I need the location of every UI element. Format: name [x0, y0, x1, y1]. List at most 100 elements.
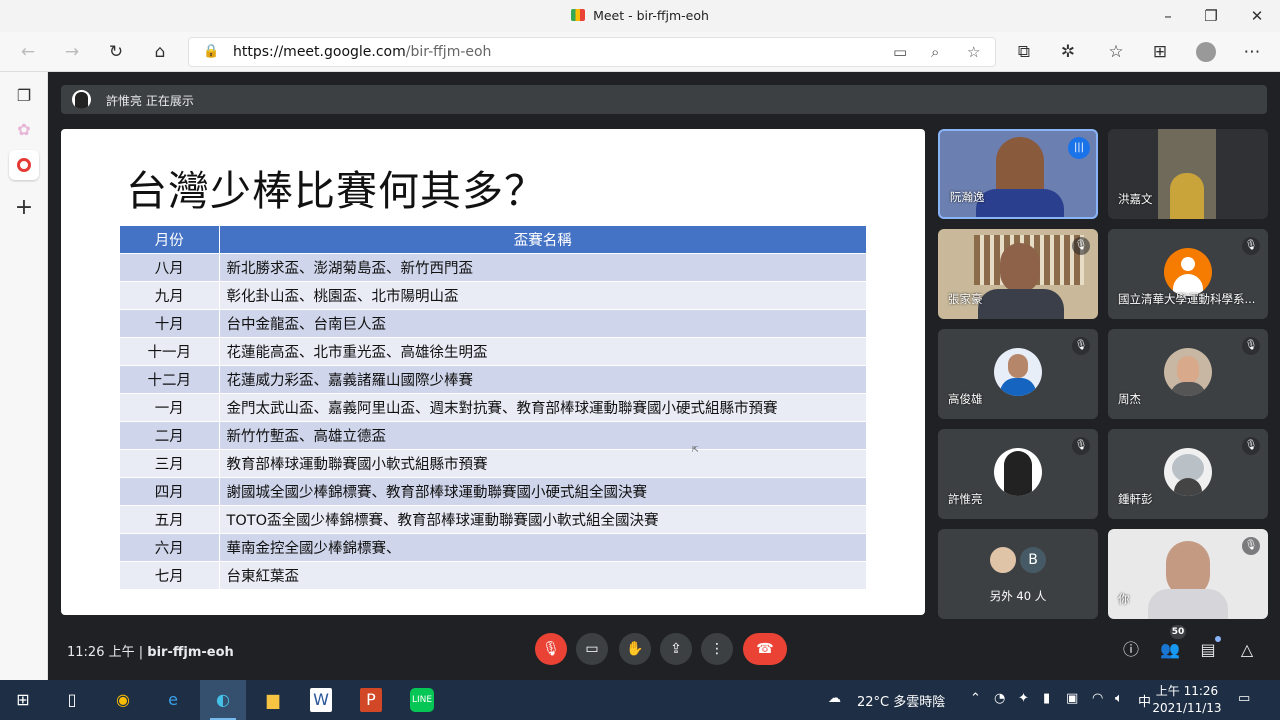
edge-sidebar: ❐ ✿ + — [0, 72, 48, 680]
camera-button[interactable]: ▭ — [576, 633, 608, 665]
self-shirt — [1148, 589, 1228, 619]
flower-tab-icon[interactable]: ✿ — [12, 118, 36, 142]
profile-avatar[interactable] — [1194, 40, 1218, 64]
restore-button[interactable]: ❐ — [1201, 6, 1221, 26]
participant-tile[interactable]: 🎙︎ 周杰 — [1108, 329, 1268, 419]
favorites-icon[interactable]: ☆ — [1104, 40, 1128, 64]
chrome-icon[interactable]: ◉ — [110, 688, 136, 712]
muted-mic-icon: 🎙︎ — [1072, 337, 1090, 355]
volume-icon[interactable]: 🔈︎ — [1115, 691, 1123, 706]
meeting-info: 11:26 上午 | bir-ffjm-eoh — [67, 645, 234, 660]
tabs-collection-icon[interactable]: ⊞ — [1148, 40, 1172, 64]
camera-permission-icon[interactable]: ▭ — [893, 43, 907, 61]
task-view-icon[interactable]: ▯ — [59, 688, 85, 712]
minimize-button[interactable]: – — [1158, 6, 1178, 26]
zoom-icon[interactable]: ⌕ — [931, 43, 939, 61]
participant-video — [1000, 243, 1040, 293]
participant-shirt — [978, 289, 1064, 319]
extensions-icon[interactable]: ✲ — [1056, 40, 1080, 64]
close-window-button[interactable]: ✕ — [1247, 6, 1267, 26]
muted-mic-icon: 🎙︎ — [1072, 437, 1090, 455]
browser-titlebar: Meet - bir-ffjm-eoh – ❐ ✕ — [0, 0, 1280, 32]
self-tile[interactable]: 🎙︎ 你 — [1108, 529, 1268, 619]
word-icon[interactable]: W — [310, 688, 332, 712]
meeting-details-icon[interactable]: ⓘ — [1119, 638, 1143, 662]
edge-icon[interactable]: ◐ — [210, 688, 236, 712]
row-month: 十一月 — [120, 336, 220, 365]
system-clock[interactable]: 上午 11:26 2021/11/13 — [1152, 683, 1222, 717]
usb-icon[interactable]: ▮ — [1043, 691, 1050, 706]
address-bar[interactable]: 🔒 https://meet.google.com/bir-ffjm-eoh ▭… — [188, 37, 996, 67]
powerpoint-icon[interactable]: P — [360, 688, 382, 712]
presenting-text: 許惟亮 正在展示 — [106, 94, 194, 108]
display-icon[interactable]: ▣ — [1066, 691, 1078, 706]
activities-icon[interactable]: △ — [1235, 638, 1259, 662]
participant-tile[interactable]: 🎙︎ 張家豪 — [938, 229, 1098, 319]
participant-avatar — [1164, 348, 1212, 396]
participant-tile[interactable]: ||| 阮瀚逸 — [938, 129, 1098, 219]
file-explorer-icon[interactable]: ▆ — [260, 688, 286, 712]
tab-actions-icon[interactable]: ❐ — [12, 84, 36, 108]
participant-shirt — [976, 189, 1064, 217]
dropbox-icon[interactable]: ✦ — [1018, 691, 1029, 706]
tray-chevron-icon[interactable]: ⌃ — [970, 691, 981, 706]
participant-tile[interactable]: 🎙︎ 鍾軒彭 — [1108, 429, 1268, 519]
home-button[interactable]: ⌂ — [148, 40, 172, 64]
row-name: 金門太武山盃、嘉義阿里山盃、週末對抗賽、教育部棒球運動聯賽國小硬式組縣市預賽 — [219, 392, 867, 421]
meeting-time: 11:26 上午 — [67, 645, 135, 660]
participant-tile[interactable]: 🎙︎ 國立清華大學運動科學系... — [1108, 229, 1268, 319]
weather-text[interactable]: 22°C 多雲時陰 — [857, 691, 945, 710]
more-menu-icon[interactable]: ⋯ — [1240, 40, 1264, 64]
table-row: 四月 謝國城全國少棒錦標賽、教育部棒球運動聯賽國小硬式組全國決賽 — [120, 476, 867, 505]
table-row: 一月 金門太武山盃、嘉義阿里山盃、週末對抗賽、教育部棒球運動聯賽國小硬式組縣市預賽 — [120, 392, 867, 421]
ime-indicator[interactable]: 中 — [1138, 691, 1151, 710]
row-name: 新北勝求盃、澎湖菊島盃、新竹西門盃 — [219, 252, 867, 281]
participant-avatar — [994, 448, 1042, 496]
forward-button[interactable]: → — [60, 40, 84, 64]
row-month: 八月 — [120, 252, 220, 281]
row-name: 花蓮能高盃、北市重光盃、高雄徐生明盃 — [219, 336, 867, 365]
back-button[interactable]: ← — [16, 40, 40, 64]
tray-app-icon[interactable]: ◔ — [994, 691, 1005, 706]
line-icon[interactable]: LINE — [410, 688, 434, 712]
chat-notification-dot — [1215, 636, 1221, 642]
schedule-table: 月份 盃賽名稱 八月 新北勝求盃、澎湖菊島盃、新竹西門盃 九月 彰化卦山盃、桃園盃、… — [120, 226, 867, 589]
people-icon[interactable]: 👥 — [1158, 638, 1182, 662]
wifi-icon[interactable]: ◠ — [1092, 691, 1103, 706]
participant-video — [996, 137, 1044, 197]
muted-mic-icon: 🎙︎ — [1242, 437, 1260, 455]
muted-mic-icon: 🎙︎ — [1072, 237, 1090, 255]
record-tab-icon[interactable] — [9, 150, 39, 180]
add-tab-icon[interactable]: + — [12, 196, 36, 220]
leave-call-button[interactable]: ☎ — [743, 633, 787, 665]
table-row: 二月 新竹竹塹盃、高雄立德盃 — [120, 420, 867, 449]
row-month: 三月 — [120, 448, 220, 477]
speaking-indicator-icon: ||| — [1068, 137, 1090, 159]
participant-tile[interactable]: 🎙︎ 許惟亮 — [938, 429, 1098, 519]
more-options-button[interactable]: ⋮ — [701, 633, 733, 665]
table-row: 十月 台中金龍盃、台南巨人盃 — [120, 308, 867, 337]
header-name: 盃賽名稱 — [219, 226, 867, 253]
browser-toolbar: ← → ↻ ⌂ 🔒 https://meet.google.com/bir-ff… — [0, 32, 1280, 72]
row-month: 十二月 — [120, 364, 220, 393]
refresh-button[interactable]: ↻ — [104, 40, 128, 64]
row-name: 謝國城全國少棒錦標賽、教育部棒球運動聯賽國小硬式組全國決賽 — [219, 476, 867, 505]
raise-hand-button[interactable]: ✋ — [619, 633, 651, 665]
meet-logo-icon — [571, 9, 586, 21]
participant-name: 阮瀚逸 — [950, 190, 985, 204]
others-tile[interactable]: B 另外 40 人 — [938, 529, 1098, 619]
meet-stage: 許惟亮 正在展示 台灣少棒比賽何其多？ 月份 盃賽名稱 八月 新北勝求盃、澎湖菊島… — [48, 72, 1280, 680]
clock-time: 上午 11:26 — [1155, 684, 1219, 698]
participant-tile[interactable]: 洪嘉文 — [1108, 129, 1268, 219]
windows-start-icon[interactable]: ⊞ — [10, 688, 36, 712]
participant-tile[interactable]: 🎙︎ 高俊雄 — [938, 329, 1098, 419]
present-screen-button[interactable]: ⇪ — [660, 633, 692, 665]
row-month: 一月 — [120, 392, 220, 421]
notification-icon[interactable]: ▭ — [1238, 691, 1250, 706]
mic-off-button[interactable]: 🎙︎ — [535, 633, 567, 665]
row-name: TOTO盃全國少棒錦標賽、教育部棒球運動聯賽國小軟式組全國決賽 — [219, 504, 867, 533]
favorite-star-icon[interactable]: ☆ — [967, 43, 980, 61]
collections-icon[interactable]: ⧉ — [1012, 40, 1036, 64]
ie-icon[interactable]: e — [160, 688, 186, 712]
weather-icon[interactable]: ☁ — [828, 691, 841, 706]
